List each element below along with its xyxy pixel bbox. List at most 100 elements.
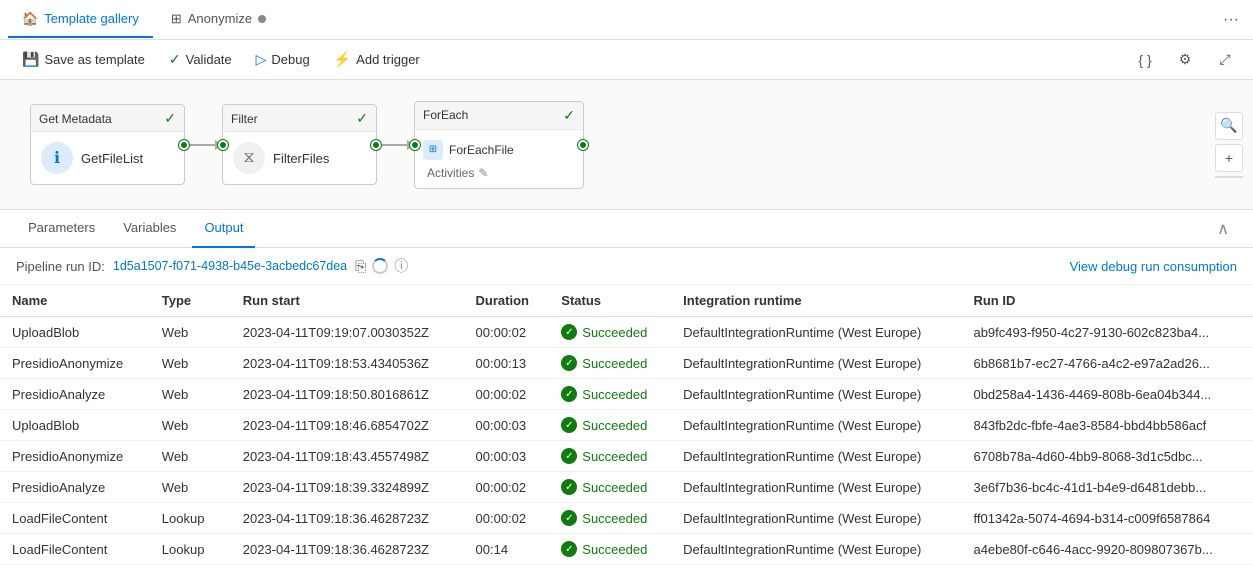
- info-circle-button[interactable]: ⓘ: [394, 256, 408, 276]
- table-row[interactable]: LoadFileContent Lookup 2023-04-11T09:18:…: [0, 503, 1253, 534]
- settings-button[interactable]: ⚙: [1169, 44, 1201, 76]
- validate-label: Validate: [186, 52, 232, 67]
- cell-run-start: 2023-04-11T09:18:36.4628723Z: [231, 534, 464, 565]
- status-check-icon: ✓: [561, 417, 577, 433]
- filter-node[interactable]: Filter ✓ ⧖ FilterFiles: [222, 104, 377, 185]
- code-view-button[interactable]: { }: [1129, 44, 1161, 76]
- tab-variables[interactable]: Variables: [111, 210, 188, 248]
- debug-button[interactable]: ▷ Debug: [246, 47, 320, 72]
- cell-run-id: 6b8681b7-ec27-4766-a4c2-e97a2ad26...: [961, 348, 1253, 379]
- table-row[interactable]: PresidioAnalyze Web 2023-04-11T09:18:39.…: [0, 472, 1253, 503]
- grid-icon: ⊞: [171, 11, 182, 27]
- cell-status: ✓ Succeeded: [549, 503, 671, 534]
- node1-check-icon: ✓: [164, 110, 176, 127]
- node3-right-connector: [578, 140, 588, 150]
- tab-variables-label: Variables: [123, 220, 176, 235]
- cell-status: ✓ Succeeded: [549, 534, 671, 565]
- cell-duration: 00:00:13: [464, 348, 550, 379]
- table-row[interactable]: UploadBlob Web 2023-04-11T09:18:46.68547…: [0, 410, 1253, 441]
- line-2: [377, 144, 407, 146]
- cell-type: Web: [150, 317, 231, 348]
- collapse-button[interactable]: ⤢: [1209, 44, 1241, 76]
- col-run-id: Run ID: [961, 285, 1253, 317]
- status-check-icon: ✓: [561, 324, 577, 340]
- add-trigger-button[interactable]: ⚡ Add trigger: [324, 47, 430, 72]
- debug-label: Debug: [271, 52, 309, 67]
- cell-run-id: a4ebe80f-c646-4acc-9920-809807367b...: [961, 534, 1253, 565]
- view-debug-link[interactable]: View debug run consumption: [1070, 259, 1237, 274]
- col-runtime: Integration runtime: [671, 285, 961, 317]
- cell-run-start: 2023-04-11T09:18:43.4557498Z: [231, 441, 464, 472]
- table-row[interactable]: UploadBlob Web 2023-04-11T09:19:07.00303…: [0, 317, 1253, 348]
- col-name: Name: [0, 285, 150, 317]
- run-id-label: Pipeline run ID:: [16, 259, 105, 274]
- run-info-bar: Pipeline run ID: 1d5a1507-f071-4938-b45e…: [0, 248, 1253, 285]
- node3-check-icon: ✓: [563, 107, 575, 124]
- cell-name: UploadBlob: [0, 410, 150, 441]
- table-row[interactable]: PresidioAnalyze Web 2023-04-11T09:18:50.…: [0, 379, 1253, 410]
- filter-header: Filter ✓: [223, 105, 376, 132]
- cell-status: ✓ Succeeded: [549, 348, 671, 379]
- activity-table-container[interactable]: Name Type Run start Duration Status Inte…: [0, 285, 1253, 565]
- edit-icon[interactable]: ✎: [478, 166, 488, 180]
- zoom-divider: [1215, 176, 1243, 178]
- status-text: Succeeded: [582, 418, 647, 433]
- cell-run-id: 0bd258a4-1436-4469-808b-6ea04b344...: [961, 379, 1253, 410]
- foreach-inner-icon: ⊞: [423, 140, 443, 160]
- toolbar-right: { } ⚙ ⤢: [1129, 44, 1241, 76]
- cell-duration: 00:00:02: [464, 317, 550, 348]
- table-row[interactable]: LoadFileContent Lookup 2023-04-11T09:18:…: [0, 534, 1253, 565]
- copy-run-id-button[interactable]: ⎘: [355, 258, 366, 275]
- activities-label: Activities: [427, 166, 474, 180]
- cell-status: ✓ Succeeded: [549, 441, 671, 472]
- activity-table: Name Type Run start Duration Status Inte…: [0, 285, 1253, 565]
- filter-body: ⧖ FilterFiles: [223, 132, 376, 184]
- panel-collapse-button[interactable]: ∧: [1209, 219, 1237, 239]
- loading-spinner: [372, 258, 388, 274]
- cell-type: Web: [150, 441, 231, 472]
- status-check-icon: ✓: [561, 355, 577, 371]
- save-icon: 💾: [22, 51, 39, 68]
- col-status: Status: [549, 285, 671, 317]
- node2-right-connector: [371, 140, 381, 150]
- add-trigger-label: Add trigger: [356, 52, 420, 67]
- output-panel: Parameters Variables Output ∧ Pipeline r…: [0, 210, 1253, 565]
- status-check-icon: ✓: [561, 510, 577, 526]
- validate-button[interactable]: ✓ Validate: [159, 47, 242, 72]
- tab-output[interactable]: Output: [192, 210, 255, 248]
- status-text: Succeeded: [582, 542, 647, 557]
- more-options-button[interactable]: ···: [1217, 9, 1245, 31]
- debug-icon: ▷: [256, 51, 267, 68]
- save-as-template-button[interactable]: 💾 Save as template: [12, 47, 155, 72]
- get-metadata-node[interactable]: Get Metadata ✓ ℹ GetFileList: [30, 104, 185, 185]
- canvas-tools: 🔍 +: [1215, 112, 1243, 178]
- tab-parameters[interactable]: Parameters: [16, 210, 107, 248]
- tab-template-gallery-label: Template gallery: [44, 11, 139, 26]
- tab-anonymize[interactable]: ⊞ Anonymize: [157, 2, 280, 38]
- cell-status: ✓ Succeeded: [549, 379, 671, 410]
- table-header: Name Type Run start Duration Status Inte…: [0, 285, 1253, 317]
- cell-runtime: DefaultIntegrationRuntime (West Europe): [671, 503, 961, 534]
- cell-type: Web: [150, 348, 231, 379]
- status-text: Succeeded: [582, 480, 647, 495]
- table-row[interactable]: PresidioAnonymize Web 2023-04-11T09:18:5…: [0, 348, 1253, 379]
- cell-type: Web: [150, 472, 231, 503]
- tab-template-gallery[interactable]: 🏠 Template gallery: [8, 2, 153, 38]
- foreach-activities: Activities ✎: [423, 164, 575, 184]
- search-canvas-button[interactable]: 🔍: [1215, 112, 1243, 140]
- table-row[interactable]: PresidioAnonymize Web 2023-04-11T09:18:4…: [0, 441, 1253, 472]
- cell-status: ✓ Succeeded: [549, 472, 671, 503]
- cell-run-id: 6708b78a-4d60-4bb9-8068-3d1c5dbc...: [961, 441, 1253, 472]
- cell-run-start: 2023-04-11T09:18:53.4340536Z: [231, 348, 464, 379]
- zoom-in-button[interactable]: +: [1215, 144, 1243, 172]
- cell-duration: 00:14: [464, 534, 550, 565]
- cell-type: Lookup: [150, 534, 231, 565]
- filter-icon: ⧖: [233, 142, 265, 174]
- status-check-icon: ✓: [561, 386, 577, 402]
- cell-run-start: 2023-04-11T09:19:07.0030352Z: [231, 317, 464, 348]
- cell-duration: 00:00:03: [464, 441, 550, 472]
- foreach-node[interactable]: ForEach ✓ ⊞ ForEachFile Activities ✎: [414, 101, 584, 189]
- get-metadata-header: Get Metadata ✓: [31, 105, 184, 132]
- run-info-icons: ⎘ ⓘ: [355, 256, 408, 276]
- cell-status: ✓ Succeeded: [549, 317, 671, 348]
